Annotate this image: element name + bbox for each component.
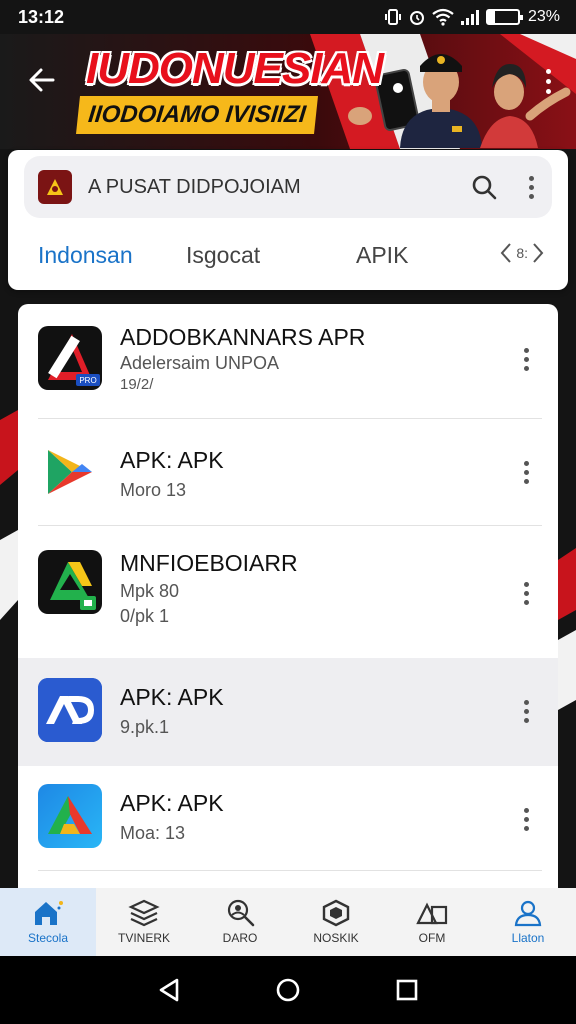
item-more-button[interactable] (520, 808, 532, 831)
green-drive-app-icon (38, 550, 102, 614)
list-item[interactable]: PRO ADDOBKANNARS APR Adelersaim UNPOA 19… (18, 304, 558, 418)
battery-percent: 23% (527, 8, 560, 25)
account-icon (514, 900, 542, 927)
search-input[interactable] (88, 175, 466, 199)
chevron-left-icon[interactable] (500, 242, 512, 264)
app-logo-icon[interactable] (38, 170, 72, 204)
more-options-button[interactable] (538, 66, 558, 96)
search-bar (24, 156, 552, 218)
shapes-icon (416, 902, 448, 925)
nav-label: OFM (418, 931, 446, 945)
list-item[interactable]: APK: APK Moro 13 (18, 419, 558, 525)
stack-icon (128, 899, 160, 927)
nav-item-daro[interactable]: DARO (192, 888, 288, 956)
ap-blue-app-icon (38, 678, 102, 742)
app-meta: 9.pk.1 (120, 717, 170, 737)
square-recents-icon (396, 979, 417, 1001)
nav-label: NOSKIK (313, 931, 359, 945)
status-time: 13:12 (18, 6, 65, 27)
alarm-icon (409, 11, 424, 25)
app-name: APK: APK (120, 790, 224, 816)
battery-icon (485, 9, 523, 25)
app-meta: Moro 13 (120, 480, 187, 500)
play-store-icon (38, 440, 102, 504)
banner-subtitle: IIODOIAMO IVISIIZI (76, 96, 318, 134)
triangle-gradient-app-icon (38, 784, 102, 848)
search-button[interactable] (466, 169, 502, 205)
tab-pager-text: 8: (516, 245, 528, 261)
home-icon (35, 901, 63, 925)
app-name: APK: APK (120, 684, 224, 710)
nav-label: DARO (222, 931, 258, 945)
nav-item-account[interactable]: Llaton (480, 888, 576, 956)
nav-item-tvinerk[interactable]: TVINERK (96, 888, 192, 956)
app-list: PRO ADDOBKANNARS APR Adelersaim UNPOA 19… (18, 304, 558, 904)
item-more-button[interactable] (520, 348, 532, 371)
app-meta: Mpk 80 (120, 581, 180, 601)
app-meta: 19/2/ (120, 376, 154, 393)
list-item[interactable]: MNFIOEBOIARR Mpk 80 0/pk 1 (18, 526, 558, 658)
app-name: MNFIOEBOIARR (120, 550, 298, 576)
item-more-button[interactable] (520, 582, 532, 605)
pro-badge: PRO (79, 376, 96, 385)
back-button[interactable] (22, 60, 62, 100)
wifi-icon (432, 8, 454, 26)
nav-label: Stecola (27, 931, 69, 945)
nav-label: Llaton (511, 931, 545, 945)
bottom-navigation: Stecola TVINERK DARO NOSKIK OFM Llaton (0, 888, 576, 956)
search-icon (472, 175, 497, 200)
tab-indonsan[interactable]: Indonsan (38, 242, 133, 269)
app-name: ADDOBKANNARS APR (120, 324, 366, 350)
system-back-button[interactable] (154, 975, 184, 1005)
app-meta: Moa: 13 (120, 823, 186, 843)
arrow-back-icon (29, 68, 55, 92)
list-item[interactable]: APK: APK 9.pk.1 (18, 658, 558, 766)
nav-item-home[interactable]: Stecola (0, 888, 96, 956)
red-triangle-app-icon: PRO (38, 326, 102, 390)
status-bar: 13:12 23% (0, 0, 576, 34)
app-developer: Adelersaim UNPOA (120, 353, 280, 373)
nav-item-noskik[interactable]: NOSKIK (288, 888, 384, 956)
item-more-button[interactable] (520, 700, 532, 723)
list-item[interactable]: APK: APK Moa: 13 (18, 766, 558, 870)
tab-apik[interactable]: APIK (356, 242, 408, 269)
tab-bar: Indonsan Isgocat APIK 8: (8, 236, 568, 276)
tab-isgocat[interactable]: Isgocat (186, 242, 260, 269)
vibrate-icon (384, 9, 401, 25)
search-more-button[interactable] (524, 175, 538, 199)
chevron-right-icon[interactable] (532, 242, 544, 264)
circle-home-icon (276, 978, 300, 1002)
app-name: APK: APK (120, 447, 224, 473)
divider (38, 870, 542, 871)
search-person-icon (227, 899, 255, 927)
hexagon-icon (322, 899, 350, 927)
signal-icon (460, 10, 479, 25)
system-recents-button[interactable] (392, 975, 422, 1005)
item-more-button[interactable] (520, 461, 532, 484)
search-card: Indonsan Isgocat APIK 8: (8, 150, 568, 290)
triangle-back-icon (160, 978, 179, 1002)
tab-pager: 8: (500, 242, 544, 264)
nav-item-ofm[interactable]: OFM (384, 888, 480, 956)
banner-title: IUDONUESIAN (86, 44, 384, 93)
nav-label: TVINERK (117, 931, 170, 945)
system-navigation (0, 956, 576, 1024)
system-home-button[interactable] (273, 975, 303, 1005)
app-meta-secondary: 0/pk 1 (120, 606, 170, 626)
